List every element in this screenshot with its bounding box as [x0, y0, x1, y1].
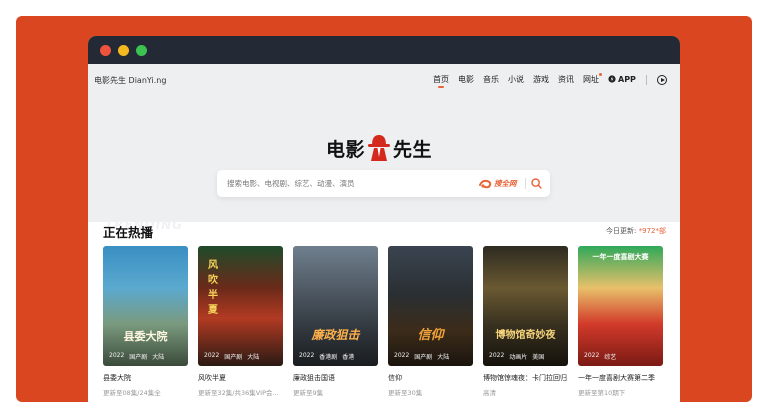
card-subtitle: 更新至第10期下	[578, 389, 626, 397]
poster-year: 2022	[204, 352, 220, 359]
card-subtitle: 高清	[483, 389, 496, 397]
nav-divider	[645, 74, 647, 85]
maximize-window-button[interactable]	[136, 45, 147, 56]
hat-logo-icon	[368, 135, 391, 161]
update-count: *972*部	[638, 227, 666, 235]
close-window-button[interactable]	[100, 45, 111, 56]
media-card[interactable]: 县委大院 2022 国产剧 大陆 县委大院 更新至08集/24集全	[103, 246, 188, 397]
nav-item-home[interactable]: 首页	[433, 74, 449, 88]
poster-title-art: 风吹半夏	[208, 260, 218, 316]
poster-image[interactable]: 一年一度喜剧大赛 2022 综艺	[578, 246, 663, 366]
poster-category: 动画片	[509, 354, 528, 361]
app-download-link[interactable]: APP	[608, 74, 636, 85]
card-title[interactable]: 县委大院	[103, 373, 188, 383]
search-all-button[interactable]: 搜全网	[479, 178, 517, 189]
search-icon[interactable]	[531, 178, 542, 189]
poster-category: 国产剧	[414, 354, 433, 361]
daily-update-info: 今日更新: *972*部	[606, 226, 666, 236]
swirl-icon	[479, 179, 492, 188]
poster-meta: 2022 国产剧 大陆	[109, 352, 169, 361]
update-prefix: 今日更新:	[606, 227, 639, 235]
poster-meta: 2022 国产剧 大陆	[394, 352, 454, 361]
poster-image[interactable]: 廉政狙击 2022 香港剧 香港	[293, 246, 378, 366]
card-title[interactable]: 风吹半夏	[198, 373, 283, 383]
card-subtitle: 更新至32集/共36集VIP会...	[198, 389, 279, 397]
poster-meta: 2022 动画片 美国	[489, 352, 549, 361]
poster-meta: 2022 国产剧 大陆	[204, 352, 264, 361]
poster-area: 大陆	[152, 354, 165, 361]
poster-meta: 2022 综艺	[584, 352, 621, 361]
nav-item-links[interactable]: 网址	[583, 73, 602, 85]
card-title[interactable]: 一年一度喜剧大赛第二季	[578, 373, 663, 383]
window-titlebar	[88, 36, 680, 64]
media-card[interactable]: 廉政狙击 2022 香港剧 香港 廉政狙击国语 更新至9集	[293, 246, 378, 397]
poster-image[interactable]: 风吹半夏 2022 国产剧 大陆	[198, 246, 283, 366]
poster-image[interactable]: 信仰 2022 国产剧 大陆	[388, 246, 473, 366]
card-title[interactable]: 廉政狙击国语	[293, 373, 378, 383]
poster-category: 国产剧	[224, 354, 243, 361]
logo-text-right: 先生	[393, 138, 433, 161]
poster-year: 2022	[109, 352, 125, 359]
trending-list: 县委大院 2022 国产剧 大陆 县委大院 更新至08集/24集全 风吹半夏 202…	[103, 246, 673, 397]
poster-year: 2022	[299, 352, 315, 359]
poster-category: 综艺	[604, 354, 617, 361]
card-subtitle: 更新至30集	[388, 389, 423, 397]
poster-area: 大陆	[247, 354, 260, 361]
card-title[interactable]: 信仰	[388, 373, 473, 383]
nav-item-games[interactable]: 游戏	[533, 74, 549, 85]
top-nav: 首页 电影 音乐 小说 游戏 资讯 网址 APP	[433, 73, 667, 88]
nav-item-news[interactable]: 资讯	[558, 74, 574, 85]
play-circle-icon[interactable]	[656, 74, 667, 85]
poster-title-art: 博物馆奇妙夜	[495, 330, 556, 341]
minimize-window-button[interactable]	[118, 45, 129, 56]
app-label: APP	[618, 75, 636, 84]
bolt-icon	[608, 74, 616, 85]
poster-year: 2022	[394, 352, 410, 359]
search-input[interactable]	[227, 170, 467, 197]
poster-category: 国产剧	[129, 354, 148, 361]
section-title: 正在热播	[103, 225, 154, 240]
search-all-label: 搜全网	[494, 179, 517, 188]
media-card[interactable]: 风吹半夏 2022 国产剧 大陆 风吹半夏 更新至32集/共36集VIP会...	[198, 246, 283, 397]
search-bar: 搜全网	[217, 170, 550, 197]
poster-year: 2022	[584, 352, 600, 359]
card-title[interactable]: 博物馆惊魂夜：卡门拉回归	[483, 373, 568, 383]
poster-area: 大陆	[437, 354, 450, 361]
poster-title-art: 一年一度喜剧大赛	[592, 253, 649, 261]
poster-category: 香港剧	[319, 354, 338, 361]
poster-year: 2022	[489, 352, 505, 359]
card-subtitle: 更新至9集	[293, 389, 324, 397]
hero-section: 电影先生 DianYi.ng 首页 电影 音乐 小说 游戏 资讯 网址 APP …	[88, 64, 680, 222]
poster-image[interactable]: 县委大院 2022 国产剧 大陆	[103, 246, 188, 366]
site-logo[interactable]: 电影 先生	[326, 133, 432, 163]
browser-window: 电影先生 DianYi.ng 首页 电影 音乐 小说 游戏 资讯 网址 APP …	[88, 36, 680, 418]
card-subtitle: 更新至08集/24集全	[103, 389, 161, 397]
search-divider	[525, 178, 526, 189]
poster-image[interactable]: 博物馆奇妙夜 2022 动画片 美国	[483, 246, 568, 366]
nav-item-music[interactable]: 音乐	[483, 74, 499, 85]
site-brand[interactable]: 电影先生 DianYi.ng	[94, 75, 166, 86]
poster-title-art: 廉政狙击	[311, 328, 360, 342]
poster-meta: 2022 香港剧 香港	[299, 352, 359, 361]
nav-item-novel[interactable]: 小说	[508, 74, 524, 85]
nav-item-movie[interactable]: 电影	[458, 74, 474, 85]
poster-title-art: 信仰	[417, 328, 444, 343]
logo-text-left: 电影	[326, 138, 366, 161]
media-card[interactable]: 一年一度喜剧大赛 2022 综艺 一年一度喜剧大赛第二季 更新至第10期下	[578, 246, 663, 397]
media-card[interactable]: 信仰 2022 国产剧 大陆 信仰 更新至30集	[388, 246, 473, 397]
poster-area: 香港	[342, 354, 355, 361]
poster-area: 美国	[532, 354, 545, 361]
media-card[interactable]: 博物馆奇妙夜 2022 动画片 美国 博物馆惊魂夜：卡门拉回归 高清	[483, 246, 568, 397]
poster-title-art: 县委大院	[123, 330, 168, 343]
